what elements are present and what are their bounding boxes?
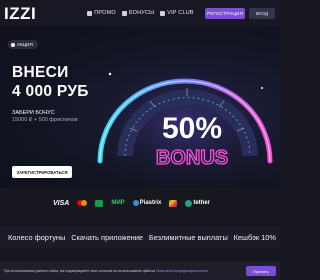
feature-wheel-of-fortune[interactable]: Колесо фортуны	[8, 233, 65, 242]
bonus-word: BONUS	[156, 147, 228, 169]
cookie-text: При использовании данного сайта, вы подт…	[4, 269, 208, 273]
register-button[interactable]: РЕГИСТРАЦИЯ	[205, 7, 245, 19]
privacy-policy-link[interactable]: Политикой конфиденциальности	[156, 269, 208, 273]
login-button[interactable]: ВХОД	[249, 7, 275, 19]
cookie-message: При использовании данного сайта, вы подт…	[4, 269, 156, 273]
register-cta-button[interactable]: ЗАРЕГИСТРИРОВАТЬСЯ	[12, 166, 72, 178]
nav-item-promo[interactable]: ПРОМО	[87, 10, 116, 16]
gift-icon	[87, 10, 93, 16]
mir-icon	[95, 199, 104, 207]
payment-methods: VISA МИР Piastrix tether	[0, 188, 280, 218]
accept-cookies-button[interactable]: Принять	[246, 266, 276, 276]
bonus-icon	[121, 10, 127, 16]
nav-item-vip-club[interactable]: VIP CLUB	[160, 10, 194, 16]
visa-icon: VISA	[53, 199, 70, 207]
piastrix-icon: Piastrix	[132, 200, 162, 206]
feature-download-app[interactable]: Скачать приложение	[71, 233, 143, 242]
nav-item-label: ПРОМО	[94, 10, 116, 16]
piastrix-label: Piastrix	[139, 200, 162, 206]
site-header: IZZI ПРОМО БОНУСЫ VIP CLUB РЕГИСТРАЦИЯ В…	[0, 0, 280, 26]
feature-cashback[interactable]: Кешбэк 10%	[234, 233, 276, 242]
nav-item-label: БОНУСЫ	[128, 10, 155, 16]
logo[interactable]: IZZI	[4, 5, 36, 22]
cookie-banner: При использовании данного сайта, вы подт…	[0, 262, 280, 280]
main-nav: ПРОМО БОНУСЫ VIP CLUB	[87, 10, 194, 16]
nav-item-bonuses[interactable]: БОНУСЫ	[121, 10, 155, 16]
bonus-art-text: 50% BONUS	[155, 112, 229, 170]
mastercard-icon	[77, 200, 88, 206]
features-row: Колесо фортуны Скачать приложение Безлим…	[0, 226, 280, 248]
tether-label: tether	[193, 200, 211, 206]
tether-icon: tether	[185, 199, 211, 207]
feature-unlimited-payouts[interactable]: Безлимитные выплаты	[149, 233, 228, 242]
nav-item-label: VIP CLUB	[167, 10, 194, 16]
mir-logo: МИР	[111, 200, 125, 206]
crown-icon	[160, 10, 166, 16]
bonus-percent: 50%	[162, 112, 222, 145]
sbp-icon	[169, 199, 178, 207]
hero-banner[interactable]: АКЦИЯ ВНЕСИ 4 000 РУБ ЗАБЕРИ БОНУС 15000…	[0, 26, 280, 188]
